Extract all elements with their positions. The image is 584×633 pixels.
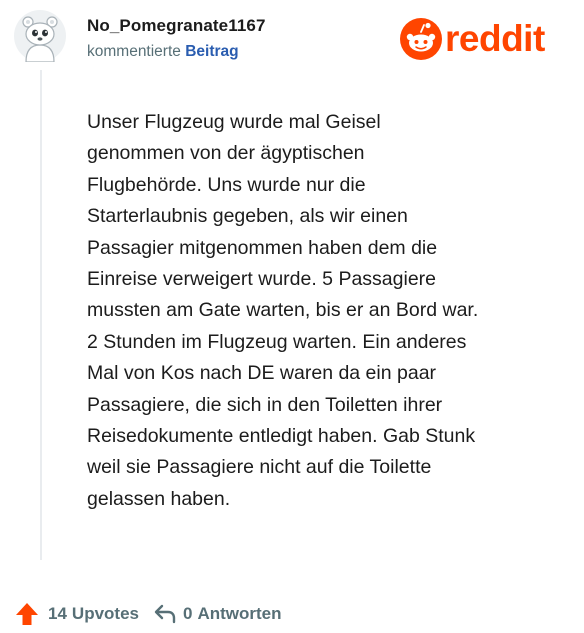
avatar[interactable] (14, 10, 66, 63)
upvote-label: Upvotes (71, 604, 139, 623)
reply-label[interactable]: Antworten (197, 604, 281, 624)
reddit-logo: reddit (400, 17, 545, 61)
comment-context: kommentierte Beitrag (87, 43, 239, 61)
reddit-wordmark: reddit (445, 17, 545, 59)
comment-body: Unser Flugzeug wurde mal Geisel genommen… (87, 111, 479, 510)
comment-actions: 14 Upvotes 0 Antworten (14, 598, 282, 630)
reply-count: 0 (183, 604, 193, 623)
comment-action-label: kommentierte (87, 43, 181, 60)
upvote-count: 14 (48, 604, 67, 623)
post-link[interactable]: Beitrag (185, 43, 238, 60)
avatar-snoo-icon (14, 10, 66, 63)
reply-arrow-icon[interactable] (153, 603, 177, 625)
upvote-arrow-icon[interactable] (14, 601, 40, 627)
thread-line (40, 70, 42, 560)
comment-author[interactable]: No_Pomegranate1167 (87, 16, 266, 36)
reddit-snoo-icon (400, 18, 442, 60)
